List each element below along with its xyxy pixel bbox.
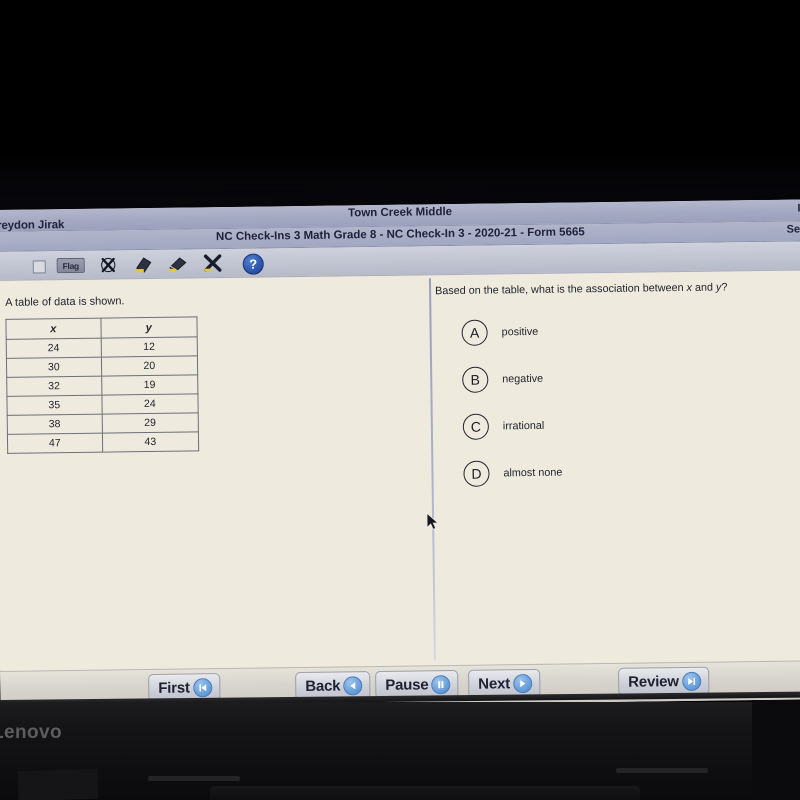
next-arrow-icon <box>512 673 533 693</box>
laptop-right-edge <box>752 700 800 800</box>
choice-label-c: irrational <box>502 419 545 433</box>
table-body: 24 12 30 20 32 19 35 24 38 29 47 43 <box>6 336 199 454</box>
cell-y: 19 <box>101 374 198 396</box>
highlighter-icon[interactable] <box>133 254 155 274</box>
skip-to-end-icon <box>681 671 701 691</box>
column-header-y: y <box>100 316 198 339</box>
cell-y: 20 <box>100 355 198 377</box>
highlighter-glyph <box>135 257 152 273</box>
cell-y: 24 <box>101 393 199 415</box>
table-row: 32 19 <box>6 374 198 397</box>
laptop-side-edge <box>17 768 99 800</box>
highlighter-arrow-icon[interactable] <box>167 253 189 273</box>
stimulus-pane: A table of data is shown. x y 24 12 30 2… <box>0 275 430 671</box>
photo-dark-background <box>0 0 800 216</box>
flag-checkbox[interactable] <box>32 260 46 274</box>
section-label: Section <box>786 223 800 236</box>
cell-x: 30 <box>6 357 102 378</box>
question-suffix: ? <box>721 281 728 294</box>
answer-choice-c[interactable]: C irrational <box>462 413 545 440</box>
choice-label-b: negative <box>502 372 544 386</box>
test-application-window: Town Creek Middle Greydon Jirak NC Check… <box>0 199 800 710</box>
cross-out-glyph <box>203 253 222 272</box>
x-glyph <box>100 257 115 272</box>
hinge-right <box>616 768 708 773</box>
choice-label-a: positive <box>501 325 539 339</box>
pause-icon <box>431 674 451 694</box>
choice-bubble-c[interactable]: C <box>462 413 490 440</box>
answer-choice-a[interactable]: A positive <box>461 319 538 346</box>
cross-out-icon[interactable] <box>203 253 223 273</box>
question-text: Based on the table, what is the associat… <box>435 281 727 297</box>
stimulus-text: A table of data is shown. <box>5 295 125 309</box>
table-row: 30 20 <box>6 355 198 378</box>
eliminate-choice-icon[interactable] <box>99 254 117 274</box>
question-middle: and <box>691 281 717 294</box>
choice-label-d: almost none <box>503 466 563 480</box>
cell-x: 24 <box>6 338 101 359</box>
pause-button-label: Pause <box>385 675 429 694</box>
table-row: 47 43 <box>7 431 199 454</box>
cell-y: 12 <box>100 336 198 358</box>
brand-logo: Lenovo <box>0 722 62 743</box>
screenshot-root: Town Creek Middle Greydon Jirak NC Check… <box>0 0 800 800</box>
laptop-screen: Town Creek Middle Greydon Jirak NC Check… <box>0 199 800 710</box>
choice-bubble-d[interactable]: D <box>463 460 490 487</box>
hinge-left <box>148 776 240 781</box>
cell-y: 29 <box>101 412 199 434</box>
flag-button[interactable]: Flag <box>56 257 85 274</box>
table-row: 24 12 <box>6 336 198 359</box>
cell-x: 32 <box>6 376 102 397</box>
student-name: Greydon Jirak <box>0 219 65 233</box>
table-row: 35 24 <box>6 393 199 416</box>
cell-x: 35 <box>6 395 102 416</box>
review-button[interactable]: Review <box>618 666 709 696</box>
next-button-label: Next <box>478 674 511 693</box>
cell-x: 38 <box>7 414 102 435</box>
highlighter-arrow-glyph <box>169 257 187 272</box>
table-row: 38 29 <box>7 412 199 435</box>
help-button[interactable]: ? <box>242 253 264 275</box>
data-table: x y 24 12 30 20 32 19 35 24 38 29 47 43 <box>5 316 199 454</box>
first-button-label: First <box>158 678 190 697</box>
table-header-row: x y <box>5 316 198 340</box>
choice-bubble-a[interactable]: A <box>461 319 488 346</box>
cell-y: 43 <box>101 431 199 453</box>
answer-choice-d[interactable]: D almost none <box>463 460 562 487</box>
cell-x: 47 <box>7 433 103 454</box>
review-button-label: Review <box>628 672 679 691</box>
keyboard-lip <box>210 786 640 800</box>
previous-arrow-icon <box>343 675 363 695</box>
question-pane: Based on the table, what is the associat… <box>435 270 800 665</box>
question-prefix: Based on the table, what is the associat… <box>435 281 687 298</box>
back-button-label: Back <box>305 677 341 695</box>
answer-choice-b[interactable]: B negative <box>462 366 543 393</box>
skip-to-start-icon <box>192 677 212 697</box>
choice-bubble-b[interactable]: B <box>462 366 489 393</box>
column-header-x: x <box>5 318 101 340</box>
